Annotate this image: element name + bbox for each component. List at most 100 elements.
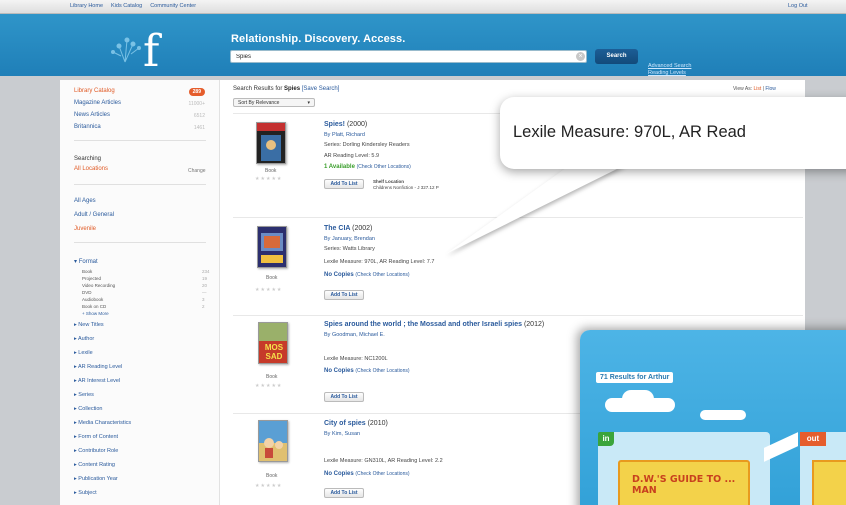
source-news-articles[interactable]: News Articles xyxy=(74,112,110,118)
facet-publication-year[interactable]: ▸ Publication Year xyxy=(74,476,118,482)
in-badge: in xyxy=(598,432,614,446)
cloud-icon xyxy=(700,410,746,420)
shelf-location: Shelf Location Childrens Nonfiction - J … xyxy=(373,179,439,191)
book-cover[interactable] xyxy=(258,420,288,462)
facet-ar-interest-level[interactable]: ▸ AR Interest Level xyxy=(74,378,120,384)
community-center-link[interactable]: Community Center xyxy=(150,3,196,9)
view-list-link[interactable]: List xyxy=(753,86,761,92)
show-more-link[interactable]: + Show More xyxy=(82,311,109,316)
check-other-locations-link[interactable]: (Check Other Locations) xyxy=(355,471,409,477)
source-count-badge: 289 xyxy=(188,88,205,96)
rating-stars[interactable]: ★★★★★ xyxy=(255,287,282,293)
format-item[interactable]: DVD xyxy=(82,290,92,295)
source-count: 1461 xyxy=(193,125,205,131)
format-item[interactable]: Audiobook xyxy=(82,297,103,302)
format-count: 3 xyxy=(202,297,205,302)
availability-status: 1 Available (Check Other Locations) xyxy=(324,164,411,170)
facet-new-titles[interactable]: ▸ New Titles xyxy=(74,322,104,328)
facet-label: Author xyxy=(78,336,95,342)
library-logo-icon[interactable]: f xyxy=(105,22,185,70)
rating-stars[interactable]: ★★★★★ xyxy=(255,176,282,182)
source-library-catalog[interactable]: Library Catalog xyxy=(74,88,115,94)
title-year: (2000) xyxy=(346,121,368,128)
facet-label: Subject xyxy=(78,490,97,496)
rating-stars[interactable]: ★★★★★ xyxy=(255,383,282,389)
audience-adult[interactable]: Adult / General xyxy=(74,212,114,218)
search-input[interactable] xyxy=(230,50,587,63)
library-home-link[interactable]: Library Home xyxy=(70,3,103,9)
facet-label: Contributor Role xyxy=(78,448,119,454)
check-other-locations-link[interactable]: (Check Other Locations) xyxy=(355,272,409,278)
result-title[interactable]: The CIA (2002) xyxy=(324,225,372,232)
format-item[interactable]: Video Recording xyxy=(82,283,115,288)
facet-subject[interactable]: ▸ Subject xyxy=(74,490,97,496)
view-as-toggle: View As: List | Flow xyxy=(733,86,776,92)
kids-book-title: D.W.'S GUIDE TO ... MAN xyxy=(632,474,736,496)
facet-label: New Titles xyxy=(78,322,104,328)
facet-author[interactable]: ▸ Author xyxy=(74,336,94,342)
facet-collection[interactable]: ▸ Collection xyxy=(74,406,102,412)
format-label: Book xyxy=(266,374,278,380)
sidebar: Library Catalog 289 Magazine Articles 11… xyxy=(60,80,220,505)
facet-media-characteristics[interactable]: ▸ Media Characteristics xyxy=(74,420,131,426)
search-button[interactable]: Search xyxy=(595,49,638,64)
result-author[interactable]: By Goodman, Michael E. xyxy=(324,332,385,338)
source-magazine-articles[interactable]: Magazine Articles xyxy=(74,100,121,106)
book-cover[interactable] xyxy=(256,122,286,164)
check-other-locations-link[interactable]: (Check Other Locations) xyxy=(355,368,409,374)
format-item[interactable]: Book xyxy=(82,269,92,274)
divider xyxy=(74,140,206,141)
facet-form-of-content[interactable]: ▸ Form of Content xyxy=(74,434,118,440)
result-title[interactable]: City of spies (2010) xyxy=(324,420,388,427)
add-to-list-button[interactable]: Add To List xyxy=(324,290,364,300)
add-to-list-button[interactable]: Add To List xyxy=(324,392,364,402)
source-count: 11000+ xyxy=(188,101,205,107)
rating-stars[interactable]: ★★★★★ xyxy=(255,483,282,489)
view-flow-link[interactable]: Flow xyxy=(765,86,776,92)
facet-contributor-role[interactable]: ▸ Contributor Role xyxy=(74,448,118,454)
add-to-list-button[interactable]: Add To List xyxy=(324,179,364,189)
facet-content-rating[interactable]: ▸ Content Rating xyxy=(74,462,115,468)
logout-link[interactable]: Log Out xyxy=(788,3,808,9)
result-series: Series: Dorling Kindersley Readers xyxy=(324,142,410,148)
divider xyxy=(233,217,803,218)
format-label: Book xyxy=(266,473,278,479)
kids-book-cover[interactable] xyxy=(812,460,846,505)
book-cover[interactable]: MOS SAD xyxy=(258,322,288,364)
check-other-locations-link[interactable]: (Check Other Locations) xyxy=(357,164,411,170)
audience-all-ages[interactable]: All Ages xyxy=(74,198,96,204)
save-search-link[interactable]: [Save Search] xyxy=(302,86,340,92)
add-to-list-button[interactable]: Add To List xyxy=(324,488,364,498)
book-cover[interactable] xyxy=(257,226,287,268)
format-count: 20 xyxy=(202,283,208,288)
result-author[interactable]: By Kim, Susan xyxy=(324,431,360,437)
reading-levels-link[interactable]: Reading Levels xyxy=(648,70,691,77)
sort-select[interactable]: Sort By Relevance ▾ xyxy=(233,98,315,107)
result-author[interactable]: By January, Brendan xyxy=(324,236,375,242)
format-item[interactable]: Projected xyxy=(82,276,101,281)
format-item[interactable]: Book on CD xyxy=(82,304,106,309)
source-britannica[interactable]: Britannica xyxy=(74,124,101,130)
view-separator: | xyxy=(762,86,764,92)
availability-text: No Copies xyxy=(324,471,354,477)
facet-lexile[interactable]: ▸ Lexile xyxy=(74,350,93,356)
format-facet-heading[interactable]: ▾ Format xyxy=(74,258,98,265)
result-title[interactable]: Spies around the world ; the Mossad and … xyxy=(324,321,544,328)
kids-catalog-link[interactable]: Kids Catalog xyxy=(111,3,142,9)
facet-ar-reading-level[interactable]: ▸ AR Reading Level xyxy=(74,364,122,370)
title-year: (2002) xyxy=(352,225,373,232)
result-author[interactable]: By Platt, Richard xyxy=(324,132,365,138)
facet-series[interactable]: ▸ Series xyxy=(74,392,94,398)
callout-text: Lexile Measure: 970L, AR Read xyxy=(513,123,746,141)
clear-search-icon[interactable]: × xyxy=(576,52,585,61)
advanced-search-link[interactable]: Advanced Search xyxy=(648,63,691,70)
results-heading: Search Results for Spies [Save Search] xyxy=(233,86,339,92)
facet-label: AR Reading Level xyxy=(78,364,123,370)
cover-text: MOS SAD xyxy=(264,343,284,361)
format-count: 19 xyxy=(202,276,208,281)
format-count: 234 xyxy=(202,269,210,274)
change-location-link[interactable]: Change xyxy=(188,168,206,174)
audience-juvenile[interactable]: Juvenile xyxy=(74,226,96,232)
result-title[interactable]: Spies! (2000) xyxy=(324,121,367,128)
facet-label: Media Characteristics xyxy=(78,420,132,426)
